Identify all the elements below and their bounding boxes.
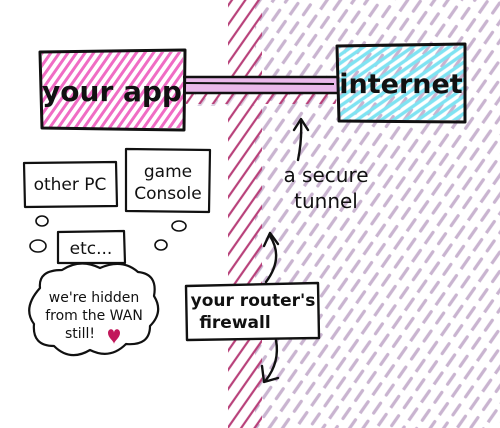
hidden-text-line1: we're hidden (49, 290, 139, 306)
diagram-canvas: your app internet other PC game Console … (0, 0, 500, 428)
tunnel-label-line2: tunnel (294, 189, 358, 213)
other-pc-node: other PC (22, 160, 119, 209)
hidden-text-line3: still! (65, 326, 95, 342)
internet-node: internet (335, 42, 467, 124)
tunnel-label-line1: a secure (283, 163, 368, 187)
etc-node: etc... (56, 229, 127, 265)
game-console-label-line1: game (144, 162, 192, 182)
internet-label: internet (339, 69, 463, 100)
other-pc-label: other PC (34, 175, 107, 195)
firewall-label-line1: your router's (191, 291, 316, 311)
game-console-label-line2: Console (134, 184, 202, 204)
hidden-text-line2: from the WAN (45, 308, 143, 324)
firewall-label-line2: firewall (199, 313, 270, 333)
your-app-node: your app (38, 48, 187, 132)
game-console-node: game Console (124, 147, 212, 214)
hidden-cloud: we're hidden from the WAN still! (28, 262, 160, 357)
etc-label: etc... (70, 239, 113, 259)
firewall-diagram: your app internet other PC game Console … (22, 0, 500, 428)
secure-tunnel (183, 75, 339, 95)
your-app-label: your app (42, 75, 182, 108)
